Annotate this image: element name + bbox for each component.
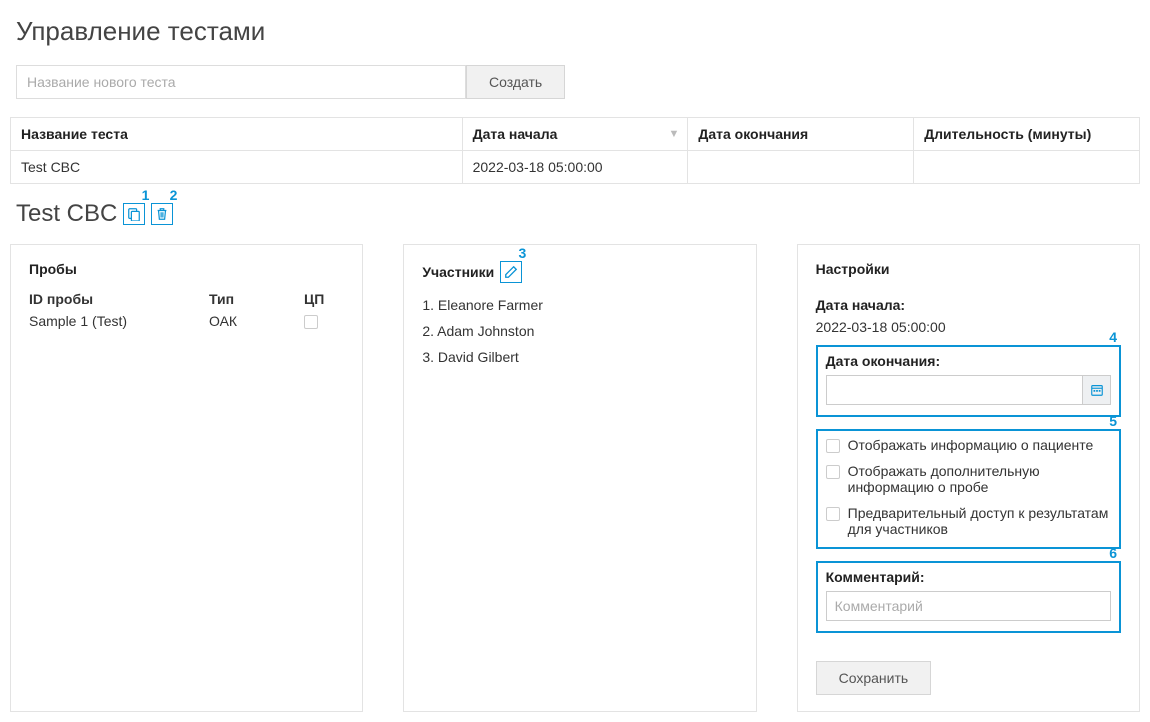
option-checkbox-2[interactable] <box>826 507 840 521</box>
comment-box: 6 Комментарий: <box>816 561 1121 633</box>
create-test-form: Создать <box>16 65 1140 99</box>
th-end[interactable]: Дата окончания <box>688 118 914 151</box>
list-item: 3. David Gilbert <box>422 349 737 365</box>
annotation-2: 2 <box>170 187 178 203</box>
annotation-4: 4 <box>1109 329 1117 345</box>
options-box: 5 Отображать информацию о пациенте Отобр… <box>816 429 1121 549</box>
participants-title: Участники 3 <box>422 261 737 283</box>
option-row[interactable]: Предварительный доступ к результатам для… <box>826 505 1111 537</box>
option-row[interactable]: Отображать дополнительную информацию о п… <box>826 463 1111 495</box>
copy-icon[interactable] <box>123 203 145 225</box>
annotation-6: 6 <box>1109 545 1117 561</box>
annotation-3: 3 <box>518 245 526 261</box>
samples-th-id: ID пробы <box>29 291 209 307</box>
samples-panel: Пробы ID пробы Тип ЦП Sample 1 (Test) ОА… <box>10 244 363 712</box>
list-item: 2. Adam Johnston <box>422 323 737 339</box>
samples-th-cp: ЦП <box>304 291 344 307</box>
calendar-icon[interactable] <box>1083 375 1111 405</box>
selected-test-heading: Test CBC 1 2 <box>16 200 1140 228</box>
panels: Пробы ID пробы Тип ЦП Sample 1 (Test) ОА… <box>10 244 1140 712</box>
cell-end <box>688 151 914 184</box>
th-name[interactable]: Название теста <box>11 118 463 151</box>
create-button[interactable]: Создать <box>466 65 565 99</box>
option-checkbox-0[interactable] <box>826 439 840 453</box>
samples-th-type: Тип <box>209 291 304 307</box>
list-item: 1. Eleanore Farmer <box>422 297 737 313</box>
cell-duration <box>914 151 1140 184</box>
participants-list: 1. Eleanore Farmer 2. Adam Johnston 3. D… <box>422 297 737 375</box>
end-date-box: 4 Дата окончания: <box>816 345 1121 417</box>
th-duration[interactable]: Длительность (минуты) <box>914 118 1140 151</box>
end-date-input[interactable] <box>826 375 1083 405</box>
samples-grid: ID пробы Тип ЦП Sample 1 (Test) ОАК <box>29 291 344 329</box>
comment-label: Комментарий: <box>826 569 1111 585</box>
start-date-label: Дата начала: <box>816 297 1121 313</box>
page-title: Управление тестами <box>16 16 1140 47</box>
sample-cp-checkbox[interactable] <box>304 315 318 329</box>
sample-type: ОАК <box>209 313 304 329</box>
table-row[interactable]: Test CBC 2022-03-18 05:00:00 <box>11 151 1140 184</box>
option-checkbox-1[interactable] <box>826 465 840 479</box>
start-date-value: 2022-03-18 05:00:00 <box>816 319 1121 335</box>
edit-icon[interactable] <box>500 261 522 283</box>
settings-panel: Настройки Дата начала: 2022-03-18 05:00:… <box>797 244 1140 712</box>
tests-table: Название теста Дата начала ▼ Дата оконча… <box>10 117 1140 184</box>
annotation-1: 1 <box>142 187 150 203</box>
participants-panel: Участники 3 1. Eleanore Farmer 2. Adam J… <box>403 244 756 712</box>
new-test-name-input[interactable] <box>16 65 466 99</box>
comment-input[interactable] <box>826 591 1111 621</box>
sample-id: Sample 1 (Test) <box>29 313 209 329</box>
settings-title: Настройки <box>816 261 1121 277</box>
option-row[interactable]: Отображать информацию о пациенте <box>826 437 1111 453</box>
annotation-5: 5 <box>1109 413 1117 429</box>
sort-desc-icon: ▼ <box>669 128 680 140</box>
end-date-field <box>826 375 1111 405</box>
samples-title: Пробы <box>29 261 344 277</box>
th-start[interactable]: Дата начала ▼ <box>462 118 688 151</box>
save-button[interactable]: Сохранить <box>816 661 932 695</box>
trash-icon[interactable] <box>151 203 173 225</box>
cell-start: 2022-03-18 05:00:00 <box>462 151 688 184</box>
option-label: Отображать информацию о пациенте <box>848 437 1094 453</box>
end-date-label: Дата окончания: <box>826 353 1111 369</box>
cell-name: Test CBC <box>11 151 463 184</box>
option-label: Отображать дополнительную информацию о п… <box>848 463 1111 495</box>
option-label: Предварительный доступ к результатам для… <box>848 505 1111 537</box>
